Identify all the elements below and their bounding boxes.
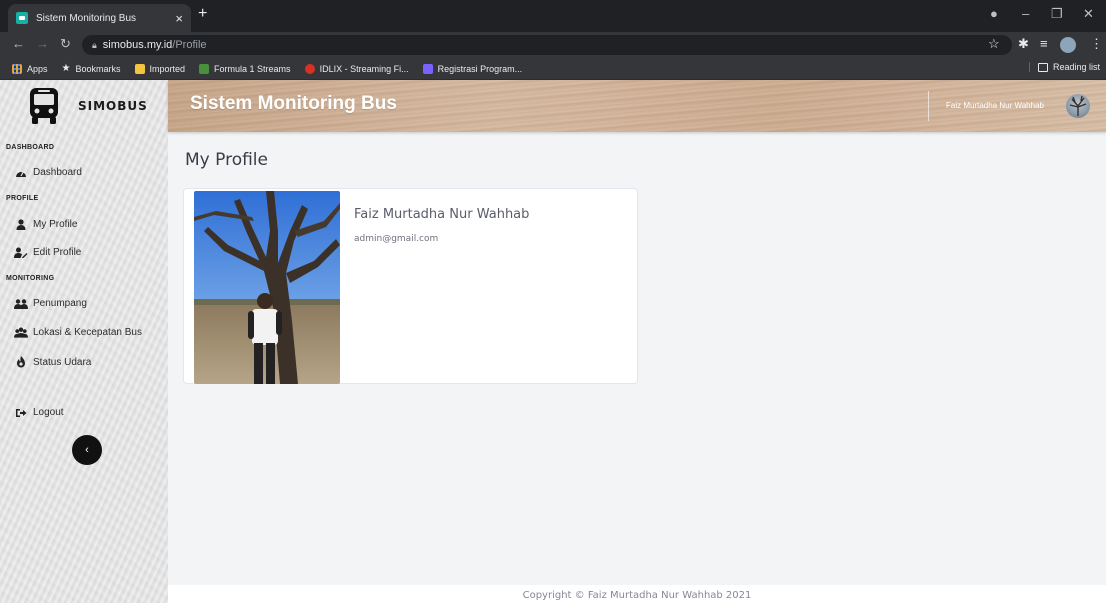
menu-kebab-icon[interactable]: ⋮ — [1090, 36, 1103, 52]
sidebar-item-label: My Profile — [33, 219, 78, 230]
section-profile: PROFILE — [6, 195, 39, 202]
bookmarks-bar: Apps ★ Bookmarks Imported Formula 1 Stre… — [0, 58, 1106, 80]
fire-icon — [14, 356, 28, 368]
media-queue-icon[interactable]: ≡ — [1040, 36, 1048, 52]
close-window-icon[interactable]: ✕ — [1083, 6, 1094, 22]
apps-grid-icon — [12, 63, 22, 74]
bookmark-star-icon[interactable]: ☆ — [988, 36, 1000, 52]
brand-name: SIMOBUS — [78, 99, 148, 113]
sidebar-item-label: Dashboard — [33, 167, 82, 178]
reload-icon[interactable]: ↻ — [60, 36, 71, 52]
new-tab-button[interactable]: + — [198, 6, 207, 22]
bookmark-registrasi[interactable]: Registrasi Program... — [422, 63, 523, 74]
bookmark-label: Registrasi Program... — [437, 63, 523, 74]
top-header: Sistem Monitoring Bus Faiz Murtadha Nur … — [168, 80, 1106, 132]
sidebar-brand[interactable]: SIMOBUS — [0, 80, 168, 132]
browser-tab-bar: Sistem Monitoring Bus × + ● – ❐ ✕ — [0, 0, 1106, 32]
section-monitoring: MONITORING — [6, 275, 55, 282]
page-title: My Profile — [185, 150, 268, 170]
reading-list-label: Reading list — [1052, 62, 1100, 72]
url-path: /Profile — [172, 39, 207, 51]
lock-icon: 🔒︎ — [92, 39, 97, 50]
user-edit-icon — [14, 247, 28, 258]
profile-menu-icon[interactable]: ● — [990, 6, 998, 21]
sidebar-item-label: Status Udara — [33, 356, 92, 368]
bookmark-label: IDLIX - Streaming Fi... — [319, 63, 409, 74]
bookmark-bookmarks[interactable]: ★ Bookmarks — [62, 63, 121, 74]
site-favicon-icon — [16, 12, 28, 24]
header-user-name[interactable]: Faiz Murtadha Nur Wahhab — [946, 101, 1044, 110]
page-viewport: SIMOBUS DASHBOARD Dashboard PROFILE My P… — [0, 80, 1106, 603]
user-icon — [14, 219, 28, 230]
sidebar-item-label: Penumpang — [33, 298, 87, 309]
address-bar[interactable]: 🔒︎ simobus.my.id /Profile — [82, 35, 1012, 55]
section-dashboard: DASHBOARD — [6, 144, 55, 151]
back-icon[interactable]: ← — [12, 36, 25, 52]
bookmark-label: Bookmarks — [75, 63, 121, 74]
bookmark-idlix[interactable]: IDLIX - Streaming Fi... — [304, 63, 409, 74]
sidebar-item-lokasi[interactable]: Lokasi & Kecepatan Bus — [14, 327, 142, 338]
avatar[interactable] — [1066, 94, 1090, 118]
profile-name: Faiz Murtadha Nur Wahhab — [354, 207, 530, 222]
bookmark-label: Apps — [27, 63, 48, 74]
bookmark-formula1[interactable]: Formula 1 Streams — [199, 63, 291, 74]
profile-avatar-icon[interactable] — [1060, 37, 1076, 53]
star-icon: ★ — [61, 63, 71, 74]
sidebar-item-logout[interactable]: Logout — [14, 407, 64, 418]
tachometer-icon — [14, 167, 28, 178]
footer-copyright: Copyright © Faiz Murtadha Nur Wahhab 202… — [168, 585, 1106, 603]
map-users-icon — [14, 327, 28, 338]
tab-title: Sistem Monitoring Bus — [36, 12, 137, 24]
extensions-icon[interactable]: ✱ — [1018, 36, 1029, 52]
sidebar-item-dashboard[interactable]: Dashboard — [14, 167, 82, 178]
restore-icon[interactable]: ❐ — [1051, 6, 1063, 22]
browser-tab[interactable]: Sistem Monitoring Bus × — [8, 4, 191, 32]
reading-list-icon — [1037, 62, 1048, 72]
profile-photo — [194, 191, 340, 384]
bookmark-label: Imported — [149, 63, 186, 74]
sidebar-item-penumpang[interactable]: Penumpang — [14, 298, 87, 309]
sidebar-item-edit-profile[interactable]: Edit Profile — [14, 247, 81, 258]
sidebar-toggle-button[interactable]: ‹ — [72, 435, 102, 465]
app-title: Sistem Monitoring Bus — [190, 93, 397, 114]
f1-icon — [199, 63, 210, 74]
profile-email: admin@gmail.com — [354, 234, 439, 244]
minimize-icon[interactable]: – — [1022, 6, 1029, 21]
sidebar-item-label: Lokasi & Kecepatan Bus — [33, 327, 142, 338]
sign-out-icon — [14, 408, 28, 418]
url-host: simobus.my.id — [102, 39, 173, 51]
browser-toolbar: ← → ↻ 🔒︎ simobus.my.id /Profile ☆ ✱ ≡ ⋮ — [0, 32, 1106, 58]
users-icon — [14, 298, 28, 309]
bookmark-apps[interactable]: Apps — [12, 63, 48, 74]
form-icon — [422, 63, 433, 74]
bookmark-imported[interactable]: Imported — [134, 63, 186, 74]
folder-icon — [134, 63, 145, 74]
bookmark-label: Formula 1 Streams — [214, 63, 291, 74]
header-divider — [928, 91, 929, 121]
bus-icon — [30, 88, 58, 124]
sidebar-item-label: Logout — [33, 407, 64, 418]
tab-close-icon[interactable]: × — [175, 12, 183, 25]
idlix-icon — [304, 63, 315, 74]
sidebar-item-status-udara[interactable]: Status Udara — [14, 356, 91, 368]
profile-card: Faiz Murtadha Nur Wahhab admin@gmail.com — [183, 188, 638, 384]
forward-icon[interactable]: → — [36, 36, 49, 52]
sidebar-item-label: Edit Profile — [33, 247, 82, 258]
sidebar-item-my-profile[interactable]: My Profile — [14, 219, 77, 230]
sidebar: SIMOBUS DASHBOARD Dashboard PROFILE My P… — [0, 80, 168, 603]
reading-list-button[interactable]: Reading list — [1028, 62, 1100, 72]
